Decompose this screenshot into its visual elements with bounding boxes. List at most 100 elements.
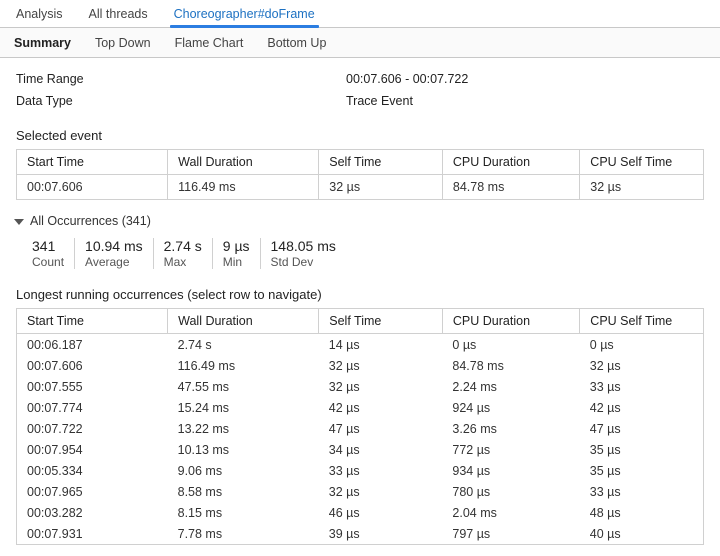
stat-label: Std Dev: [271, 255, 314, 269]
stat-value: 9 µs: [223, 238, 250, 254]
cell: 00:06.187: [17, 334, 168, 356]
column-header[interactable]: CPU Self Time: [580, 150, 704, 175]
longest-heading: Longest running occurrences (select row …: [0, 273, 720, 308]
table-row[interactable]: 00:05.3349.06 ms33 µs934 µs35 µs: [17, 460, 704, 481]
top-tab-bar: Analysis All threads Choreographer#doFrame: [0, 0, 720, 28]
stat-label: Max: [164, 255, 187, 269]
cell: 772 µs: [442, 439, 579, 460]
longest-table: Start TimeWall DurationSelf TimeCPU Dura…: [16, 308, 704, 545]
table-row[interactable]: 00:07.606116.49 ms32 µs84.78 ms32 µs: [17, 355, 704, 376]
stat-std-dev: 148.05 msStd Dev: [261, 238, 346, 269]
cell: 00:07.555: [17, 376, 168, 397]
cell: 934 µs: [442, 460, 579, 481]
column-header[interactable]: Wall Duration: [168, 309, 319, 334]
column-header[interactable]: Self Time: [319, 150, 443, 175]
cell: 8.15 ms: [168, 502, 319, 523]
cell: 34 µs: [319, 439, 443, 460]
cell: 116.49 ms: [168, 175, 319, 200]
cell: 00:05.334: [17, 460, 168, 481]
selected-event-table: Start TimeWall DurationSelf TimeCPU Dura…: [16, 149, 704, 200]
cell: 35 µs: [580, 460, 704, 481]
cell: 7.78 ms: [168, 523, 319, 545]
column-header[interactable]: CPU Self Time: [580, 309, 704, 334]
column-header[interactable]: Start Time: [17, 309, 168, 334]
cell: 10.13 ms: [168, 439, 319, 460]
selected-event-row[interactable]: 00:07.606116.49 ms32 µs84.78 ms32 µs: [17, 175, 704, 200]
chevron-down-icon: [14, 219, 24, 225]
time-range-label: Time Range: [16, 72, 346, 86]
stat-value: 2.74 s: [164, 238, 202, 254]
cell: 32 µs: [580, 175, 704, 200]
stat-min: 9 µsMin: [213, 238, 261, 269]
time-range-row: Time Range 00:07.606 - 00:07.722: [16, 68, 704, 90]
cell: 42 µs: [319, 397, 443, 418]
summary-info: Time Range 00:07.606 - 00:07.722 Data Ty…: [0, 58, 720, 118]
cell: 924 µs: [442, 397, 579, 418]
cell: 40 µs: [580, 523, 704, 545]
cell: 00:07.965: [17, 481, 168, 502]
column-header[interactable]: CPU Duration: [442, 309, 579, 334]
column-header[interactable]: Start Time: [17, 150, 168, 175]
table-row[interactable]: 00:07.77415.24 ms42 µs924 µs42 µs: [17, 397, 704, 418]
table-row[interactable]: 00:07.9317.78 ms39 µs797 µs40 µs: [17, 523, 704, 545]
table-row[interactable]: 00:07.55547.55 ms32 µs2.24 ms33 µs: [17, 376, 704, 397]
all-occurrences-heading: All Occurrences (341): [30, 214, 151, 228]
cell: 797 µs: [442, 523, 579, 545]
cell: 9.06 ms: [168, 460, 319, 481]
table-row[interactable]: 00:07.95410.13 ms34 µs772 µs35 µs: [17, 439, 704, 460]
cell: 8.58 ms: [168, 481, 319, 502]
cell: 39 µs: [319, 523, 443, 545]
cell: 46 µs: [319, 502, 443, 523]
table-row[interactable]: 00:07.72213.22 ms47 µs3.26 ms47 µs: [17, 418, 704, 439]
top-tab-all-threads[interactable]: All threads: [87, 2, 150, 27]
stat-value: 148.05 ms: [271, 238, 336, 254]
top-tab-analysis[interactable]: Analysis: [14, 2, 65, 27]
cell: 780 µs: [442, 481, 579, 502]
table-row[interactable]: 00:07.9658.58 ms32 µs780 µs33 µs: [17, 481, 704, 502]
cell: 47.55 ms: [168, 376, 319, 397]
all-occurrences-toggle[interactable]: All Occurrences (341): [0, 200, 720, 232]
column-header[interactable]: Wall Duration: [168, 150, 319, 175]
sub-tab-flame-chart[interactable]: Flame Chart: [175, 36, 244, 50]
cell: 47 µs: [580, 418, 704, 439]
cell: 32 µs: [319, 376, 443, 397]
column-header[interactable]: Self Time: [319, 309, 443, 334]
selected-event-heading: Selected event: [0, 118, 720, 149]
cell: 00:07.722: [17, 418, 168, 439]
stat-average: 10.94 msAverage: [75, 238, 154, 269]
cell: 32 µs: [319, 481, 443, 502]
cell: 84.78 ms: [442, 175, 579, 200]
cell: 00:03.282: [17, 502, 168, 523]
stat-value: 341: [32, 238, 55, 254]
profiler-panel: Analysis All threads Choreographer#doFrame…: [0, 0, 720, 545]
occurrence-stats: 341Count10.94 msAverage2.74 sMax9 µsMin1…: [0, 232, 720, 273]
sub-tab-summary[interactable]: Summary: [14, 36, 71, 50]
sub-tab-bottom-up[interactable]: Bottom Up: [267, 36, 326, 50]
stat-label: Average: [85, 255, 129, 269]
cell: 2.04 ms: [442, 502, 579, 523]
sub-tab-bar: Summary Top Down Flame Chart Bottom Up: [0, 28, 720, 58]
cell: 00:07.606: [17, 175, 168, 200]
cell: 0 µs: [442, 334, 579, 356]
stat-label: Count: [32, 255, 64, 269]
cell: 48 µs: [580, 502, 704, 523]
cell: 33 µs: [319, 460, 443, 481]
top-tab-choreographer-doframe[interactable]: Choreographer#doFrame: [172, 2, 317, 27]
cell: 32 µs: [319, 175, 443, 200]
cell: 32 µs: [580, 355, 704, 376]
cell: 00:07.606: [17, 355, 168, 376]
stat-label: Min: [223, 255, 242, 269]
column-header[interactable]: CPU Duration: [442, 150, 579, 175]
data-type-row: Data Type Trace Event: [16, 90, 704, 112]
stat-count: 341Count: [22, 238, 75, 269]
data-type-label: Data Type: [16, 94, 346, 108]
cell: 00:07.931: [17, 523, 168, 545]
table-row[interactable]: 00:03.2828.15 ms46 µs2.04 ms48 µs: [17, 502, 704, 523]
stat-max: 2.74 sMax: [154, 238, 213, 269]
data-type-value: Trace Event: [346, 94, 413, 108]
cell: 35 µs: [580, 439, 704, 460]
cell: 15.24 ms: [168, 397, 319, 418]
cell: 3.26 ms: [442, 418, 579, 439]
sub-tab-top-down[interactable]: Top Down: [95, 36, 151, 50]
table-row[interactable]: 00:06.1872.74 s14 µs0 µs0 µs: [17, 334, 704, 356]
